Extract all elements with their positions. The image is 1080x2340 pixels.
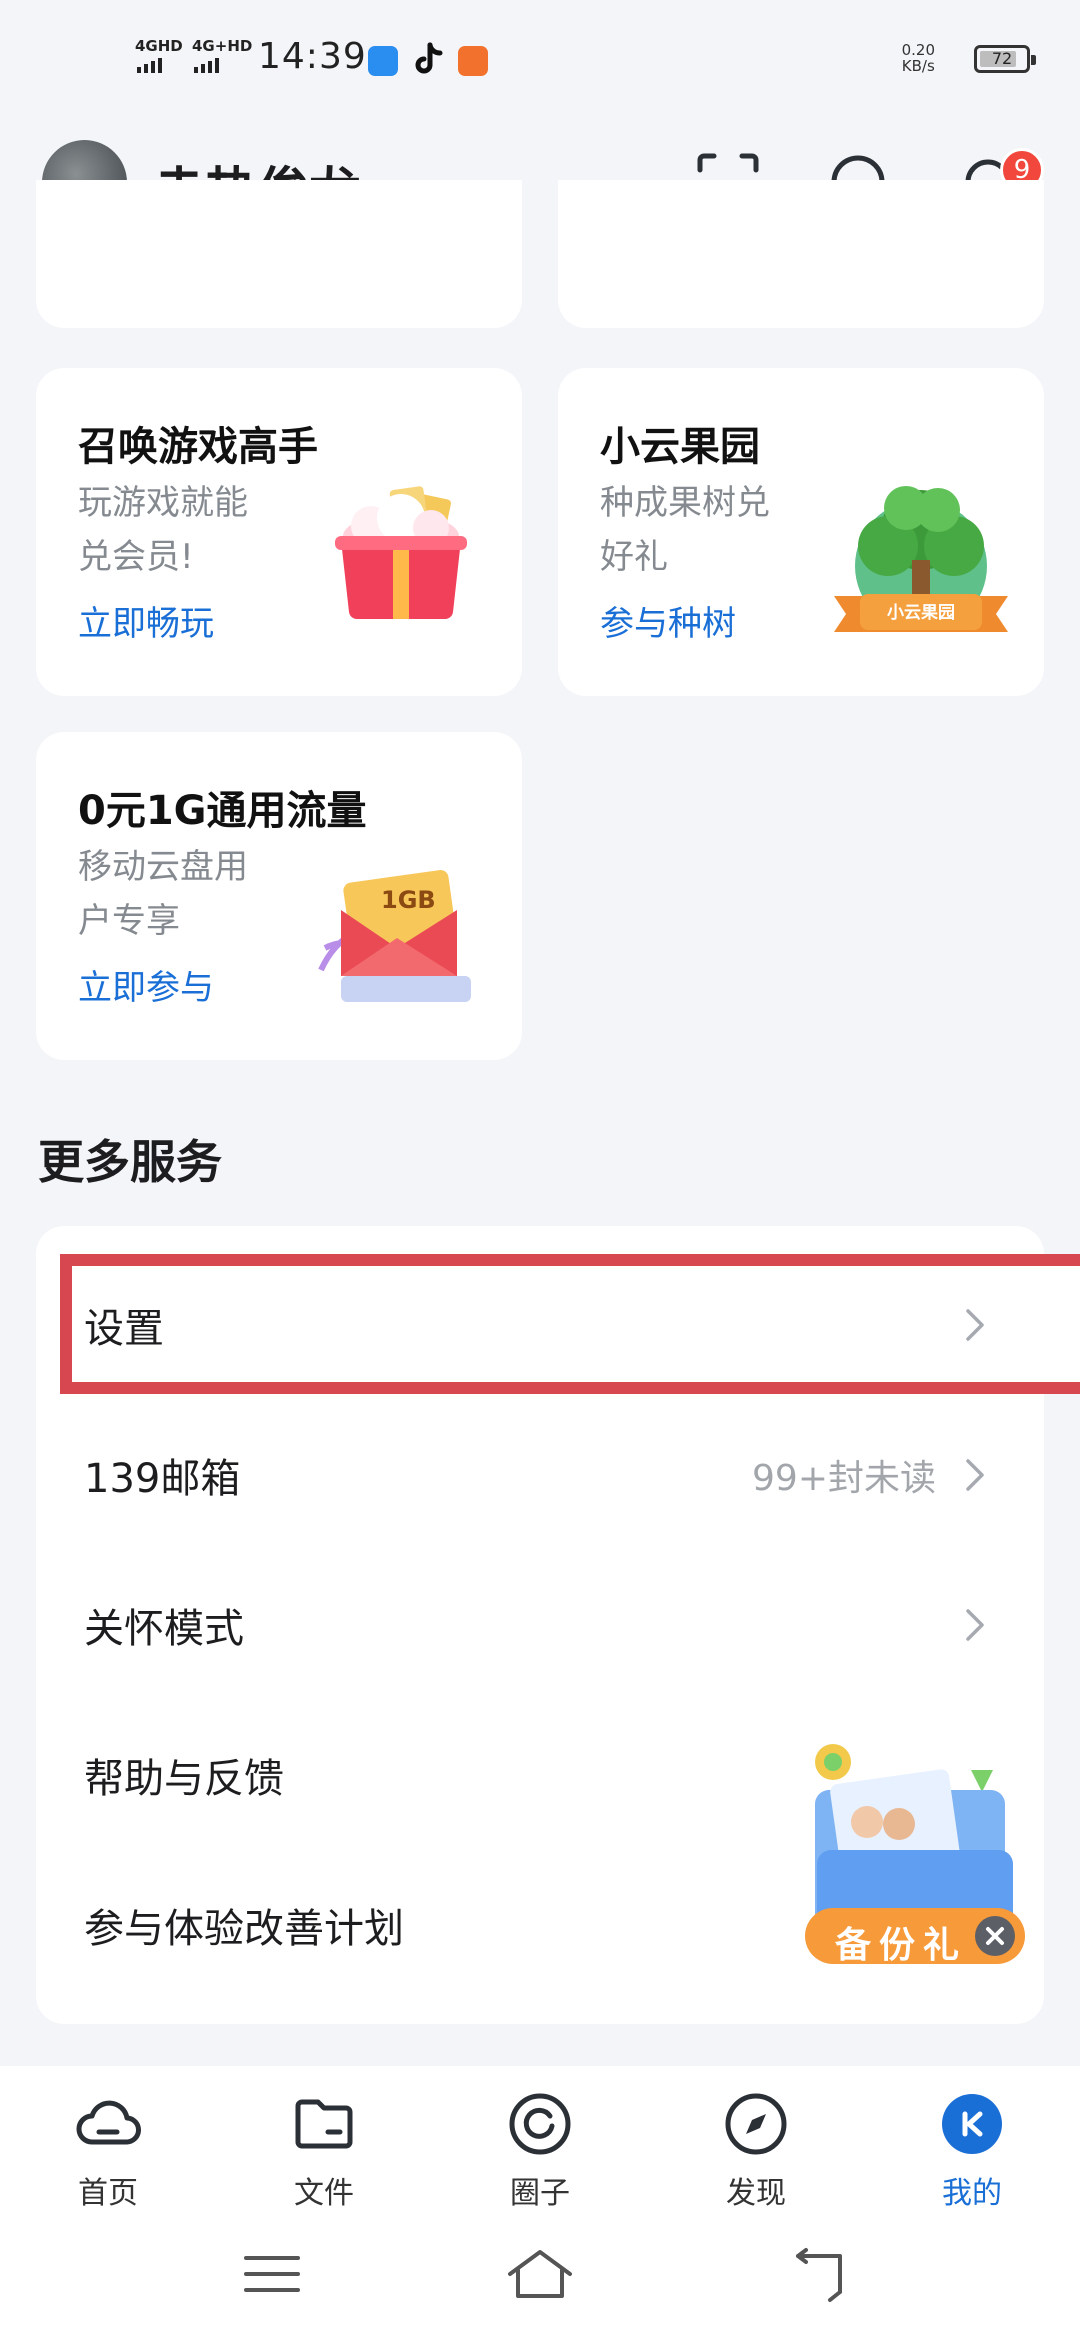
chevron-right-icon bbox=[966, 1309, 984, 1341]
me-icon bbox=[942, 2094, 1002, 2154]
signal-bars-icon bbox=[194, 58, 219, 73]
app-notification-icon bbox=[458, 46, 488, 76]
card-link[interactable]: 立即畅玩 bbox=[78, 596, 214, 645]
tab-home[interactable]: 首页 bbox=[28, 2080, 188, 2211]
tab-discover[interactable]: 发现 bbox=[676, 2080, 836, 2211]
row-label: 139邮箱 bbox=[84, 1456, 241, 1502]
card-cloud-orchard[interactable]: 小云果园 种成果树兑好礼 参与种树 小云果园 bbox=[558, 368, 1044, 696]
envelope-icon: 1GB bbox=[311, 850, 491, 1020]
tab-files[interactable]: 文件 bbox=[244, 2080, 404, 2211]
status-bar: 4GHD 4G+HD 14:39 0.20 KB/s 72 bbox=[0, 0, 1080, 120]
signal-indicator-2: 4G+HD bbox=[192, 38, 252, 73]
chevron-right-icon bbox=[966, 1609, 984, 1641]
tree-icon: 小云果园 bbox=[826, 468, 1016, 643]
card-title: 小云果园 bbox=[600, 424, 760, 470]
card-partial-right[interactable] bbox=[558, 180, 1044, 328]
settings-row[interactable]: 设置 bbox=[36, 1250, 1044, 1400]
card-link[interactable]: 立即参与 bbox=[78, 960, 214, 1009]
row-label: 参与体验改善计划 bbox=[84, 1906, 404, 1952]
tab-label: 首页 bbox=[78, 2176, 138, 2211]
signal-2-label: 4G+HD bbox=[192, 37, 253, 55]
card-desc: 种成果树兑好礼 bbox=[600, 483, 770, 577]
tab-label: 圈子 bbox=[510, 2176, 570, 2211]
battery-icon: 72 bbox=[974, 45, 1036, 73]
network-speed-unit: KB/s bbox=[901, 57, 935, 75]
circle-icon bbox=[509, 2093, 571, 2155]
cloud-icon bbox=[76, 2100, 141, 2145]
network-speed: 0.20 KB/s bbox=[902, 42, 935, 74]
orchard-label: 小云果园 bbox=[887, 603, 955, 623]
card-title: 召唤游戏高手 bbox=[78, 424, 318, 470]
tab-circle[interactable]: 圈子 bbox=[460, 2080, 620, 2211]
signal-indicator-1: 4GHD bbox=[135, 38, 183, 73]
row-label: 关怀模式 bbox=[84, 1606, 244, 1652]
tab-label: 我的 bbox=[942, 2176, 1002, 2211]
row-label: 设置 bbox=[84, 1306, 164, 1352]
app-notification-icon bbox=[368, 46, 398, 76]
chevron-right-icon bbox=[966, 1459, 984, 1491]
card-game-master[interactable]: 召唤游戏高手 玩游戏就能兑会员! 立即畅玩 bbox=[36, 368, 522, 696]
section-title: 更多服务 bbox=[38, 1135, 222, 1189]
folder-icon bbox=[295, 2099, 353, 2149]
card-free-data[interactable]: 0元1G通用流量 移动云盘用户专享 立即参与 1GB bbox=[36, 732, 522, 1060]
tab-me[interactable]: 我的 bbox=[892, 2080, 1052, 2211]
envelope-label: 1GB bbox=[381, 886, 436, 914]
card-partial-left[interactable] bbox=[36, 180, 522, 328]
compass-icon bbox=[725, 2093, 787, 2155]
tab-label: 文件 bbox=[294, 2176, 354, 2211]
gift-box-icon bbox=[321, 478, 481, 628]
mailbox-row[interactable]: 139邮箱 99+封未读 bbox=[36, 1400, 1044, 1550]
backup-gift-promo[interactable]: 备份礼 bbox=[795, 1740, 1035, 1980]
menu-icon[interactable] bbox=[232, 2244, 312, 2304]
clock: 14:39 bbox=[258, 36, 367, 77]
battery-level: 72 bbox=[991, 49, 1013, 68]
care-mode-row[interactable]: 关怀模式 bbox=[36, 1550, 1044, 1700]
row-label: 帮助与反馈 bbox=[84, 1756, 284, 1802]
signal-bars-icon bbox=[137, 58, 162, 73]
card-link[interactable]: 参与种树 bbox=[600, 596, 736, 645]
signal-1-label: 4GHD bbox=[135, 37, 183, 55]
promo-label: 备份礼 bbox=[835, 1925, 968, 1966]
close-icon[interactable] bbox=[975, 1916, 1015, 1956]
home-icon[interactable] bbox=[500, 2244, 580, 2304]
network-speed-value: 0.20 bbox=[901, 41, 935, 59]
card-desc: 移动云盘用户专享 bbox=[78, 847, 248, 941]
card-title: 0元1G通用流量 bbox=[78, 788, 367, 834]
back-icon[interactable] bbox=[784, 2244, 864, 2304]
card-desc: 玩游戏就能兑会员! bbox=[78, 483, 248, 577]
unread-count: 99+封未读 bbox=[752, 1458, 936, 1499]
tab-label: 发现 bbox=[726, 2176, 786, 2211]
tiktok-icon bbox=[413, 42, 445, 78]
